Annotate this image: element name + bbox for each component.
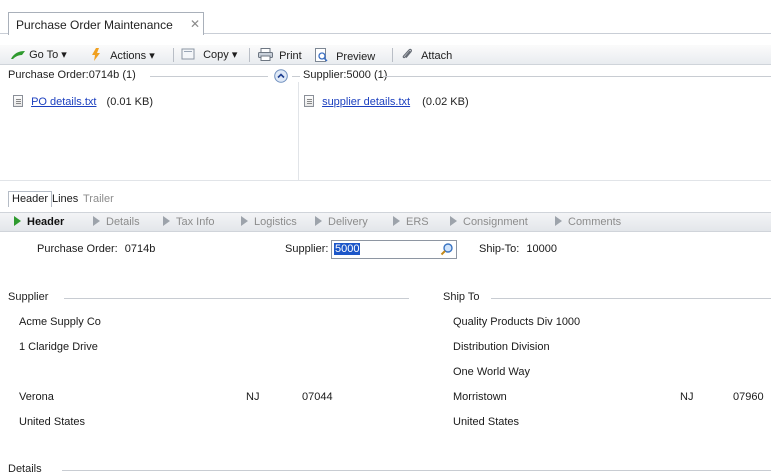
section-header[interactable]: Header <box>14 216 64 228</box>
toolbar-separator <box>173 48 174 62</box>
play-arrow-icon <box>14 216 21 226</box>
collapse-icon[interactable] <box>274 69 288 83</box>
text-file-icon <box>13 95 23 107</box>
pane-splitter[interactable] <box>298 82 299 180</box>
play-arrow-icon <box>555 216 562 226</box>
section-details[interactable]: Details <box>93 216 140 228</box>
play-arrow-icon <box>163 216 170 226</box>
divider <box>150 76 268 77</box>
supplier-attachment-link[interactable]: supplier details.txt <box>322 96 410 108</box>
supplier-address-line1: 1 Claridge Drive <box>19 341 98 353</box>
shipto-label: Ship-To: <box>479 243 520 255</box>
attach-button[interactable]: Attach <box>401 48 452 62</box>
tab-purchase-order-maintenance[interactable]: Purchase Order Maintenance ✕ <box>8 12 204 35</box>
play-arrow-icon <box>241 216 248 226</box>
actions-button[interactable]: Actions ▾ <box>91 48 155 62</box>
text-file-icon <box>304 95 314 107</box>
divider <box>292 76 300 77</box>
supplier-name: Acme Supply Co <box>19 316 101 328</box>
shipto-field: Ship-To: 10000 <box>479 243 557 255</box>
shipto-address-line1: Distribution Division <box>453 341 550 353</box>
tab-header[interactable]: Header <box>8 191 53 207</box>
shipto-state: NJ <box>680 391 694 403</box>
goto-arrow-icon <box>10 50 26 63</box>
supplier-label: Supplier: <box>285 243 329 255</box>
document-tab-strip: Purchase Order Maintenance ✕ <box>0 0 771 35</box>
goto-button[interactable]: Go To ▾ <box>10 48 67 62</box>
copy-button[interactable]: Copy ▾ <box>181 48 237 62</box>
tab-lines[interactable]: Lines <box>52 193 78 205</box>
supplier-input[interactable]: 5000 <box>331 240 457 259</box>
shipto-value: 10000 <box>526 243 558 255</box>
play-arrow-icon <box>450 216 457 226</box>
po-field: Purchase Order: 0714b <box>37 243 155 255</box>
play-arrow-icon <box>315 216 322 226</box>
supplier-city: Verona <box>19 391 54 403</box>
printer-icon <box>258 48 273 64</box>
shipto-city: Morristown <box>453 391 507 403</box>
supplier-attachments-title: Supplier:5000 (1) <box>303 69 388 81</box>
preview-icon <box>315 48 328 65</box>
po-attachment-link[interactable]: PO details.txt <box>31 96 96 108</box>
supplier-country: United States <box>19 416 86 428</box>
tab-title: Purchase Order Maintenance <box>16 18 173 32</box>
po-attachment-item: PO details.txt (0.01 KB) <box>13 95 153 108</box>
shipto-zip: 07960 <box>733 391 764 403</box>
print-button[interactable]: Print <box>258 48 302 62</box>
supplier-zip: 07044 <box>302 391 333 403</box>
divider <box>62 470 771 471</box>
section-delivery[interactable]: Delivery <box>315 216 368 228</box>
lightning-icon <box>91 48 101 64</box>
chevron-down-icon: ▾ <box>231 49 238 61</box>
search-icon[interactable] <box>440 242 454 259</box>
section-logistics[interactable]: Logistics <box>241 216 297 228</box>
preview-button[interactable]: Preview <box>315 48 375 65</box>
po-value: 0714b <box>124 243 156 255</box>
shipto-country: United States <box>453 416 520 428</box>
section-comments[interactable]: Comments <box>555 216 621 228</box>
divider <box>491 298 771 299</box>
tab-trailer[interactable]: Trailer <box>83 193 114 205</box>
play-arrow-icon <box>93 216 100 226</box>
section-tax-info[interactable]: Tax Info <box>163 216 215 228</box>
shipto-group-title: Ship To <box>443 291 480 303</box>
supplier-input-value: 5000 <box>334 243 361 255</box>
pane-bottom-rule <box>0 180 771 181</box>
chevron-down-icon: ▾ <box>149 50 155 62</box>
details-group-title: Details <box>8 463 42 475</box>
supplier-state: NJ <box>246 391 260 403</box>
supplier-group-title: Supplier <box>8 291 49 303</box>
toolbar-separator <box>249 48 250 62</box>
shipto-name: Quality Products Div 1000 <box>453 316 581 328</box>
po-label: Purchase Order: <box>37 243 118 255</box>
supplier-attachment-size: (0.02 KB) <box>422 96 469 108</box>
divider <box>64 298 409 299</box>
supplier-attachment-item: supplier details.txt (0.02 KB) <box>304 95 469 108</box>
close-icon[interactable]: ✕ <box>190 17 200 31</box>
section-consignment[interactable]: Consignment <box>450 216 528 228</box>
divider <box>383 76 771 77</box>
toolbar: Go To ▾ Actions ▾ Copy ▾ Print Preview A… <box>0 45 771 65</box>
paperclip-icon <box>401 48 413 64</box>
shipto-address-line2: One World Way <box>453 366 531 378</box>
po-attachments-title: Purchase Order:0714b (1) <box>8 69 136 81</box>
section-ers[interactable]: ERS <box>393 216 429 228</box>
po-attachment-size: (0.01 KB) <box>106 96 154 108</box>
toolbar-separator <box>392 48 393 62</box>
section-navigator: Header Details Tax Info Logistics Delive… <box>0 212 771 232</box>
play-arrow-icon <box>393 216 400 226</box>
copy-icon <box>181 48 195 63</box>
chevron-down-icon: ▾ <box>61 49 67 61</box>
